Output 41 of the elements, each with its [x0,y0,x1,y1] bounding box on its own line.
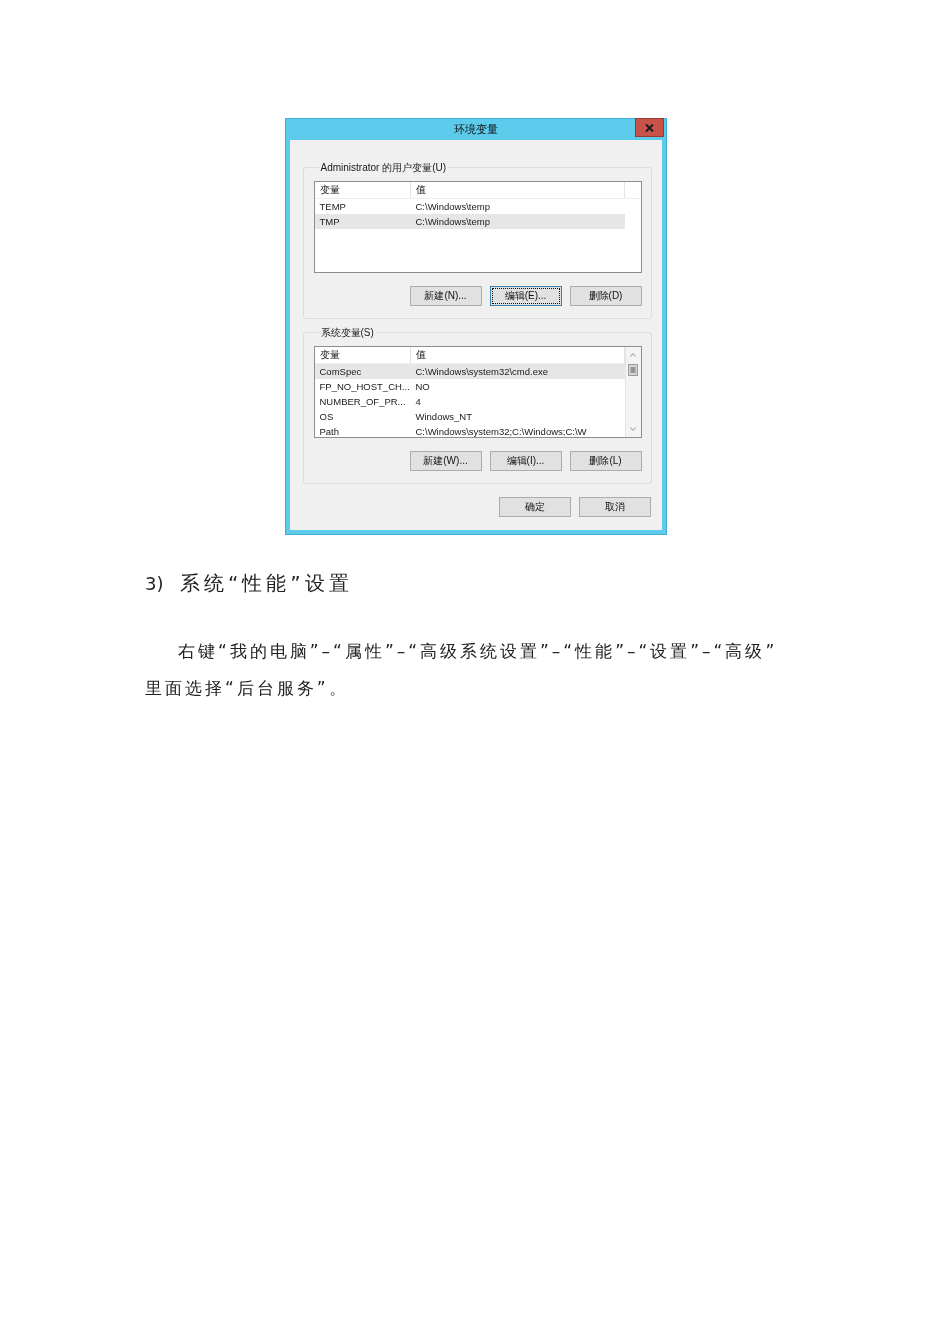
window-title: 环境变量 [453,122,498,137]
list-row[interactable]: ComSpec C:\Windows\system32\cmd.exe [314,364,625,379]
list-cell-text: C:\Windows\temp [414,200,491,214]
list-cell-text: TMP [318,215,341,229]
dialog-button[interactable]: 新建(W)... [409,451,482,471]
column-header[interactable]: 值 [410,182,625,198]
dialog-button[interactable]: 删除(D) [569,286,642,306]
dialog-button[interactable]: 新建(N)... [409,286,482,306]
list-cell-text: C:\Windows\system32;C:\Windows;C:\W [414,425,588,437]
close-icon [644,123,654,132]
list-cell-text: OS [318,410,335,424]
section-number: 3) [145,572,165,596]
group-label: Administrator 的用户变量(U) [319,161,448,174]
dialog-button[interactable]: 取消 [578,497,651,517]
dialog-button[interactable]: 编辑(I)... [489,451,562,471]
column-header[interactable]: 变量 [314,347,411,363]
body-paragraph: 右键“我的电脑”–“属性”–“高级系统设置”–“性能”–“设置”–“高级” 里面选择“后台服务”。 [145,640,778,700]
list-cell-text: Path [318,425,341,437]
group-label: 系统变量(S) [319,326,375,339]
list-cell-text: NO [414,380,431,394]
list-cell-text: FP_NO_HOST_CH... [318,380,411,394]
section-heading: 系统“性能”设置 [180,571,353,595]
list-cell-text: C:\Windows\system32\cmd.exe [414,365,549,379]
list-cell-text: Windows_NT [414,410,473,424]
dialog-button[interactable]: 编辑(E)... [489,286,562,306]
list-row[interactable]: TMP C:\Windows\temp [314,214,625,229]
column-header[interactable]: 变量 [314,182,411,198]
scroll-down-icon[interactable] [628,424,638,434]
list-cell-text: 4 [414,395,422,409]
dialog-button[interactable]: 确定 [498,497,571,517]
close-button[interactable] [634,118,664,137]
list-cell-text: TEMP [318,200,347,214]
scroll-up-icon[interactable] [628,350,638,360]
list-cell-text: NUMBER_OF_PR... [318,395,407,409]
scrollbar-thumb[interactable] [628,364,638,376]
list-cell-text: C:\Windows\temp [414,215,491,229]
list-view[interactable]: 变量 值 ComSpec C:\Windows\system32\cmd.exe FP_NO_HOST_CH... NO NUMBER_OF_PR... 4 OS Windows_NT Path C:\Windows\system32;C:\Windows;C:\W [313,346,642,438]
list-view[interactable]: 变量 值 TEMP C:\Windows\temp TMP C:\Windows\temp [313,181,642,273]
column-header[interactable]: 值 [410,347,625,363]
list-cell-text: ComSpec [318,365,363,379]
dialog-button[interactable]: 删除(L) [569,451,642,471]
